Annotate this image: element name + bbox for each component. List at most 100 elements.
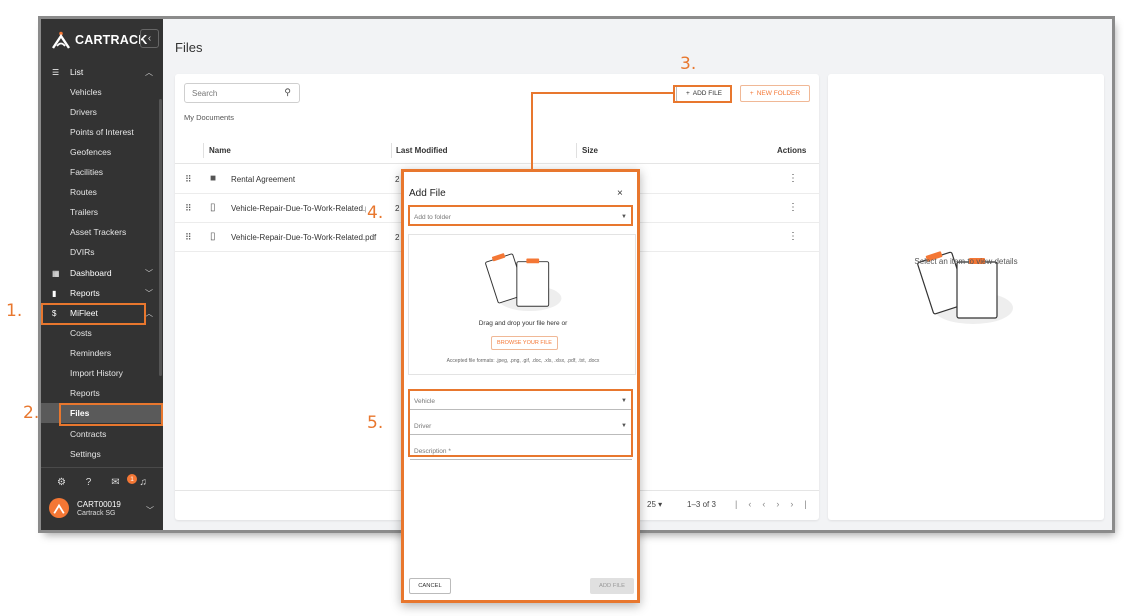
- sidebar-item-reminders[interactable]: Reminders: [41, 343, 163, 363]
- search-icon[interactable]: ⚲: [284, 87, 291, 98]
- chevron-down-icon[interactable]: ﹀: [146, 505, 154, 516]
- user-name: CART00019: [77, 500, 121, 509]
- rows-per-page-select[interactable]: 25 ▾: [647, 500, 662, 509]
- settings-icon[interactable]: ⚙: [57, 477, 66, 488]
- sidebar-item-label: Vehicles: [70, 87, 102, 97]
- sidebar-section-label: Reports: [70, 288, 100, 298]
- avatar: [49, 498, 69, 518]
- table-header: Name Last Modified Size Actions: [175, 137, 819, 164]
- sidebar-item-vehicles[interactable]: Vehicles: [41, 82, 163, 102]
- file-dropzone[interactable]: Drag and drop your file here or BROWSE Y…: [408, 234, 636, 375]
- bell-icon[interactable]: ♫: [140, 477, 148, 488]
- new-folder-button[interactable]: + NEW FOLDER: [740, 85, 810, 102]
- sidebar: CARTRACK ‹ ☰ List ︿ Vehicles Drivers Poi…: [41, 19, 163, 530]
- help-icon[interactable]: ?: [86, 477, 92, 488]
- column-header-actions: Actions: [777, 146, 807, 155]
- sidebar-item-label: DVIRs: [70, 247, 95, 257]
- more-actions-icon[interactable]: ⋮: [788, 173, 798, 184]
- caret-down-icon: ▾: [658, 500, 663, 509]
- close-icon[interactable]: ×: [617, 188, 623, 199]
- more-actions-icon[interactable]: ⋮: [788, 202, 798, 213]
- column-header-name[interactable]: Name: [209, 146, 231, 155]
- prev-page-icon[interactable]: ‹: [762, 499, 776, 509]
- bar-chart-icon: ▮: [52, 288, 57, 298]
- breadcrumb[interactable]: My Documents: [184, 113, 234, 122]
- add-file-submit-button[interactable]: ADD FILE: [590, 578, 634, 594]
- file-name: Rental Agreement: [231, 175, 296, 184]
- sidebar-item-import-history[interactable]: Import History: [41, 363, 163, 383]
- first-page-icon[interactable]: |‹: [735, 499, 762, 509]
- cartrack-logo[interactable]: CARTRACK: [51, 31, 147, 49]
- annotation-connector: [531, 92, 533, 170]
- column-header-size[interactable]: Size: [582, 146, 598, 155]
- brand-name: CARTRACK: [75, 33, 148, 47]
- dropzone-text: Drag and drop your file here or: [478, 320, 568, 327]
- collapse-sidebar-button[interactable]: ‹: [140, 29, 159, 48]
- sidebar-item-label: Routes: [70, 187, 97, 197]
- chevron-up-icon: ︿: [145, 67, 153, 77]
- file-name: Vehicle-Repair-Due-To-Work-Related.p: [231, 204, 366, 213]
- drag-handle-icon[interactable]: ⠿: [185, 174, 192, 185]
- column-divider: [203, 143, 204, 158]
- sidebar-section-list[interactable]: ☰ List ︿: [41, 62, 163, 82]
- user-avatar-icon: [53, 503, 65, 514]
- dialog-title: Add File: [409, 188, 446, 199]
- file-last-modified: 2: [395, 204, 400, 213]
- notification-badge: 1: [127, 474, 137, 484]
- page-title: Files: [175, 40, 203, 55]
- file-name: Vehicle-Repair-Due-To-Work-Related.pdf: [231, 233, 377, 242]
- sidebar-item-asset-trackers[interactable]: Asset Trackers: [41, 222, 163, 242]
- sidebar-item-label: Drivers: [70, 107, 97, 117]
- chevron-down-icon: ﹀: [145, 268, 153, 278]
- file-icon: ▯: [210, 231, 216, 242]
- details-panel: Select an item to view details: [828, 74, 1104, 520]
- user-menu[interactable]: CART00019 Cartrack SG: [49, 498, 121, 518]
- sidebar-item-routes[interactable]: Routes: [41, 182, 163, 202]
- accepted-formats-text: Accepted file formats: .jpeg, .png, .gif…: [446, 358, 600, 364]
- pager-controls: |‹‹››|: [735, 499, 818, 509]
- sidebar-item-settings[interactable]: Settings: [41, 444, 163, 464]
- sidebar-footer-icons: ⚙ ? ✉ ♫: [41, 477, 163, 488]
- user-subtitle: Cartrack SG: [77, 510, 116, 517]
- chevron-down-icon: ﹀: [145, 288, 153, 298]
- list-icon: ☰: [52, 67, 60, 77]
- sidebar-item-points-of-interest[interactable]: Points of Interest: [41, 122, 163, 142]
- page-info: 1–3 of 3: [687, 500, 716, 509]
- sidebar-item-reports[interactable]: Reports: [41, 383, 163, 403]
- details-empty-text: Select an item to view details: [914, 257, 1018, 266]
- chevron-left-icon: ‹: [147, 33, 152, 44]
- column-divider: [391, 143, 392, 158]
- sidebar-item-geofences[interactable]: Geofences: [41, 142, 163, 162]
- cancel-button[interactable]: CANCEL: [409, 578, 451, 594]
- sidebar-item-label: Import History: [70, 368, 123, 378]
- sidebar-item-label: Reminders: [70, 348, 112, 358]
- sidebar-item-drivers[interactable]: Drivers: [41, 102, 163, 122]
- search-input[interactable]: Search ⚲: [184, 83, 300, 103]
- more-actions-icon[interactable]: ⋮: [788, 231, 798, 242]
- file-last-modified: 2: [395, 233, 400, 242]
- column-header-last-modified[interactable]: Last Modified: [396, 146, 448, 155]
- file-icon: ▯: [210, 202, 216, 213]
- sidebar-item-trailers[interactable]: Trailers: [41, 202, 163, 222]
- sidebar-section-reports[interactable]: ▮ Reports ﹀: [41, 283, 163, 303]
- sidebar-item-costs[interactable]: Costs: [41, 323, 163, 343]
- rows-per-page-value: 25: [647, 500, 656, 509]
- highlight-add-file: [673, 85, 732, 103]
- sidebar-section-dashboard[interactable]: ▦ Dashboard ﹀: [41, 263, 163, 283]
- sidebar-item-contracts[interactable]: Contracts: [41, 424, 163, 444]
- dashboard-icon: ▦: [52, 268, 60, 278]
- last-page-icon[interactable]: ›|: [790, 499, 817, 509]
- upload-clipboard-illustration: [485, 253, 562, 312]
- file-last-modified: 2: [395, 175, 400, 184]
- step-label-1: 1.: [6, 301, 23, 321]
- next-page-icon[interactable]: ›: [776, 499, 790, 509]
- sidebar-scrollbar[interactable]: [159, 99, 162, 376]
- sidebar-item-label: Facilities: [70, 167, 104, 177]
- notifications-icon[interactable]: ✉: [111, 477, 119, 488]
- sidebar-item-dvirs[interactable]: DVIRs: [41, 242, 163, 262]
- drag-handle-icon[interactable]: ⠿: [185, 203, 192, 214]
- drag-handle-icon[interactable]: ⠿: [185, 232, 192, 243]
- browse-file-button[interactable]: BROWSE YOUR FILE: [491, 336, 558, 350]
- sidebar-item-facilities[interactable]: Facilities: [41, 162, 163, 182]
- highlight-detail-fields: [408, 389, 633, 457]
